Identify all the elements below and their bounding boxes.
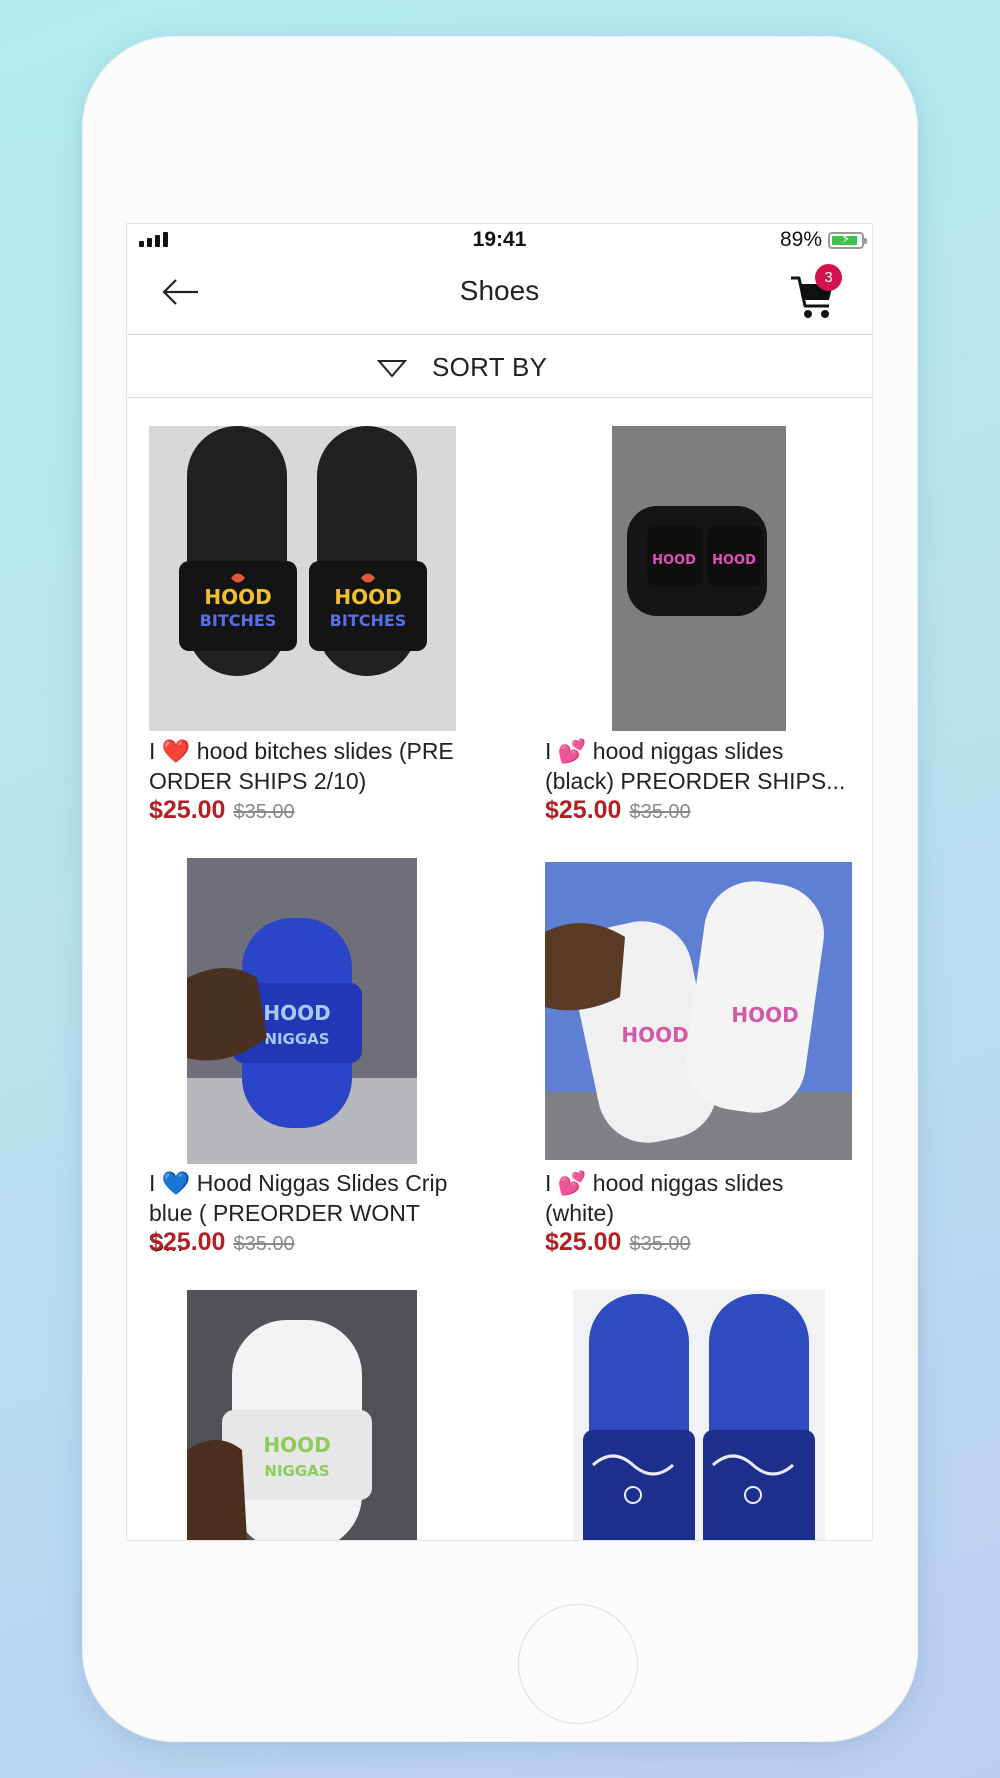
triangle-down-icon (377, 359, 407, 378)
product-old-price: $35.00 (233, 1233, 295, 1255)
product-image[interactable]: HOOD HOOD (612, 426, 786, 731)
product-image[interactable]: HOOD NIGGAS (187, 858, 417, 1164)
svg-text:NIGGAS: NIGGAS (264, 1462, 329, 1480)
product-name[interactable]: I 💕 hood niggas slides (black) PREORDER … (545, 736, 855, 796)
status-time: 19:41 (472, 228, 527, 251)
cart-button[interactable]: 3 (789, 264, 849, 320)
product-old-price: $35.00 (233, 801, 295, 823)
svg-text:HOOD: HOOD (621, 1023, 688, 1047)
page-title: Shoes (459, 275, 540, 306)
product-card[interactable] (545, 1290, 855, 1540)
battery-percent: 89% (779, 228, 822, 251)
product-prices: $25.00 $35.00 (545, 796, 691, 825)
app-screen: 19:41 89% ⚡ Shoes 3 SORT BY HOOD BITCHES… (126, 223, 873, 1541)
svg-text:NIGGAS: NIGGAS (264, 1030, 329, 1048)
svg-text:HOOD: HOOD (334, 585, 401, 609)
svg-text:BITCHES: BITCHES (330, 611, 407, 630)
product-prices: $25.00 $35.00 (149, 796, 295, 825)
product-card[interactable]: HOOD NIGGAS (149, 1290, 459, 1540)
svg-text:HOOD: HOOD (263, 1001, 330, 1025)
status-bar: 19:41 89% ⚡ (127, 224, 872, 256)
product-name[interactable]: I 💕 hood niggas slides (white) (545, 1168, 855, 1228)
product-prices: $25.00 $35.00 (149, 1228, 295, 1257)
product-card[interactable]: HOOD BITCHES HOOD BITCHES I ❤️ hood bitc… (149, 426, 459, 846)
sort-by-button[interactable]: SORT BY (127, 334, 872, 398)
svg-text:HOOD: HOOD (204, 585, 271, 609)
product-image[interactable]: HOOD NIGGAS (187, 1290, 417, 1540)
product-image[interactable]: HOOD BITCHES HOOD BITCHES (149, 426, 456, 731)
charging-bolt-icon: ⚡ (841, 230, 851, 246)
product-price: $25.00 (149, 1228, 226, 1256)
svg-text:HOOD: HOOD (652, 553, 696, 568)
battery-status: 89% ⚡ (779, 228, 867, 252)
sort-label: SORT BY (432, 352, 548, 382)
home-button[interactable] (518, 1604, 638, 1724)
product-card[interactable]: HOOD NIGGAS I 💙 Hood Niggas Slides Crip … (149, 858, 459, 1278)
svg-text:HOOD: HOOD (731, 1003, 798, 1027)
svg-text:HOOD: HOOD (712, 553, 756, 568)
product-prices: $25.00 $35.00 (545, 1228, 691, 1257)
product-image[interactable]: HOOD HOOD (545, 862, 852, 1160)
battery-icon: ⚡ (828, 230, 867, 249)
cart-count-badge: 3 (815, 264, 842, 291)
product-price: $25.00 (149, 796, 226, 824)
svg-text:HOOD: HOOD (263, 1433, 330, 1457)
product-name[interactable]: I ❤️ hood bitches slides (PRE ORDER SHIP… (149, 736, 459, 796)
product-card[interactable]: HOOD HOOD I 💕 hood niggas slides (black)… (545, 426, 855, 846)
product-price: $25.00 (545, 1228, 622, 1256)
product-old-price: $35.00 (629, 801, 691, 823)
nav-bar: Shoes 3 (127, 256, 872, 326)
svg-text:BITCHES: BITCHES (200, 611, 277, 630)
product-old-price: $35.00 (629, 1233, 691, 1255)
product-card[interactable]: HOOD HOOD I 💕 hood niggas slides (white)… (545, 862, 855, 1278)
product-image[interactable] (573, 1290, 825, 1540)
product-price: $25.00 (545, 796, 622, 824)
